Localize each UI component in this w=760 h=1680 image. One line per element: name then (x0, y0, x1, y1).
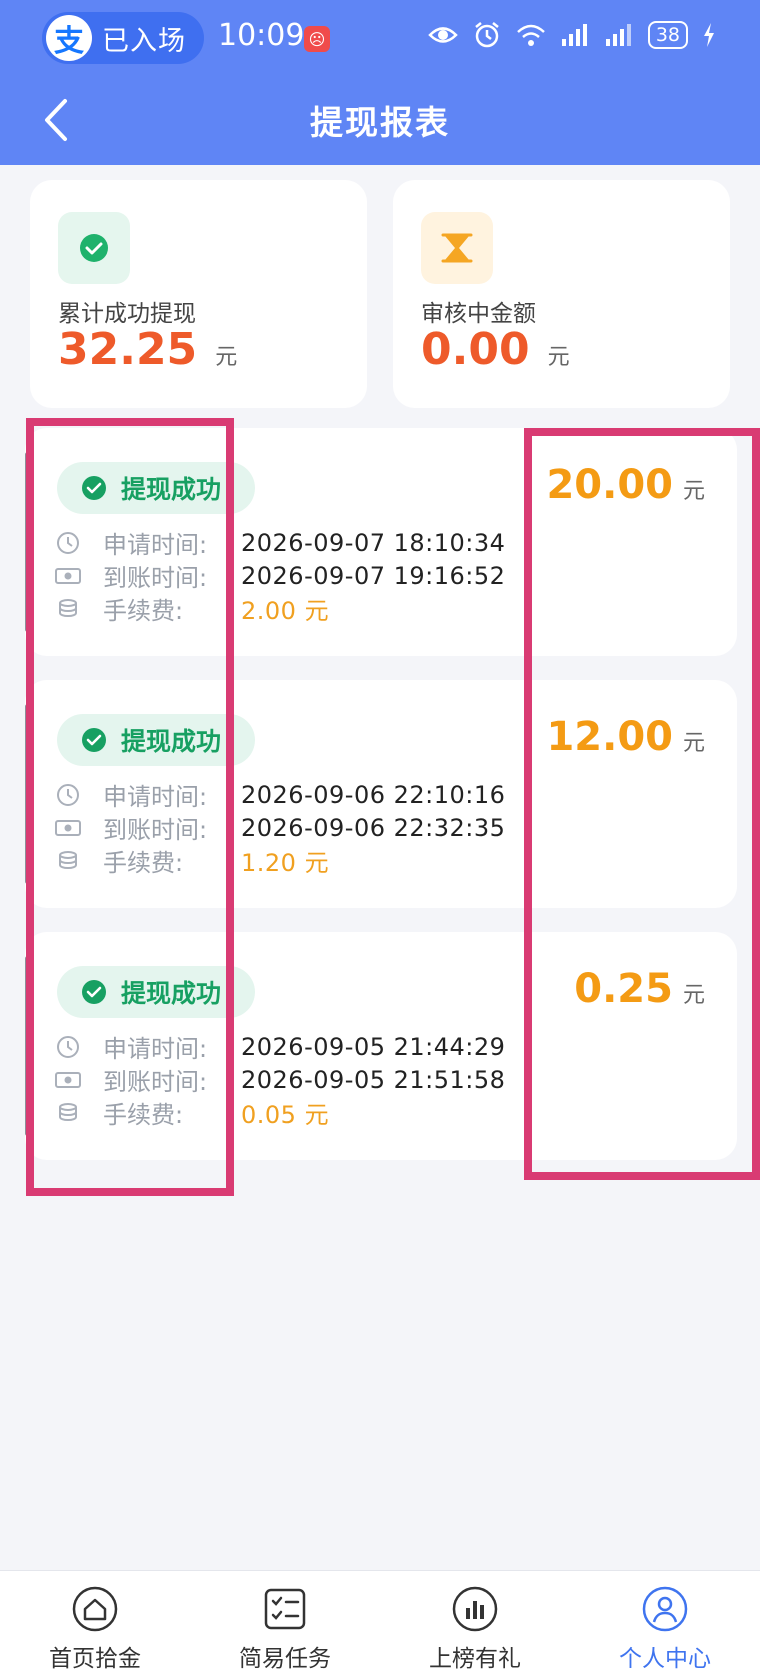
summary-unit: 元 (215, 345, 238, 370)
page-title: 提现报表 (310, 103, 450, 142)
user-icon (641, 1585, 689, 1633)
fee-value: 1.20 元 (241, 849, 330, 877)
fee-value: 2.00 元 (241, 597, 330, 625)
checklist-icon (261, 1585, 309, 1633)
summary-card-pending: 审核中金额 0.00 元 (393, 180, 730, 408)
tab-label: 上榜有礼 (429, 1646, 521, 1672)
alipay-pill[interactable]: 支 已入场 (42, 12, 204, 64)
hourglass-icon (421, 212, 493, 284)
arrive-time: 2026-09-07 19:16:52 (241, 561, 506, 590)
tab-label: 个人中心 (619, 1646, 711, 1672)
notification-icon: ☹ (304, 26, 330, 52)
battery-indicator: 38 (647, 21, 688, 49)
fee-value: 0.05 元 (241, 1101, 330, 1129)
tab-label: 简易任务 (239, 1646, 331, 1672)
tab-tasks[interactable]: 简易任务 (190, 1571, 380, 1680)
tab-ranking[interactable]: 上榜有礼 (380, 1571, 570, 1680)
summary-card-total: 累计成功提现 32.25 元 (30, 180, 367, 408)
home-icon (71, 1585, 119, 1633)
alarm-icon (472, 20, 502, 50)
pill-label: 已入场 (102, 25, 186, 57)
wifi-icon (516, 20, 546, 50)
eye-icon (428, 20, 458, 50)
status-time: 10:09 (218, 18, 305, 53)
highlight-box-left (26, 418, 234, 1196)
signal-icon-2 (604, 20, 634, 50)
tab-label: 首页拾金 (49, 1646, 141, 1672)
tab-profile[interactable]: 个人中心 (570, 1571, 760, 1680)
highlight-box-right (524, 428, 760, 1180)
apply-time: 2026-09-06 22:10:16 (241, 780, 506, 809)
status-icons: 38 (428, 20, 716, 50)
summary-label: 审核中金额 (421, 301, 536, 327)
summary-label: 累计成功提现 (58, 301, 196, 327)
arrive-time: 2026-09-06 22:32:35 (241, 813, 506, 842)
summary-amount: 32.25 (58, 324, 198, 375)
apply-time: 2026-09-07 18:10:34 (241, 528, 506, 557)
tab-home[interactable]: 首页拾金 (0, 1571, 190, 1680)
summary-value: 32.25 元 (58, 324, 237, 375)
charging-icon (702, 20, 716, 50)
app-header: 支 已入场 10:09 ☹ 38 提现报表 (0, 0, 760, 165)
check-icon (58, 212, 130, 284)
summary-value: 0.00 元 (421, 324, 570, 375)
bottom-tab-bar: 首页拾金 简易任务 上榜有礼 个人中心 (0, 1570, 760, 1680)
summary-unit: 元 (547, 345, 570, 370)
summary-amount: 0.00 (421, 324, 530, 375)
alipay-icon: 支 (46, 15, 92, 61)
arrive-time: 2026-09-05 21:51:58 (241, 1065, 506, 1094)
status-bar: 支 已入场 10:09 ☹ 38 (0, 0, 760, 78)
signal-icon (560, 20, 590, 50)
apply-time: 2026-09-05 21:44:29 (241, 1032, 506, 1061)
bar-chart-icon (451, 1585, 499, 1633)
